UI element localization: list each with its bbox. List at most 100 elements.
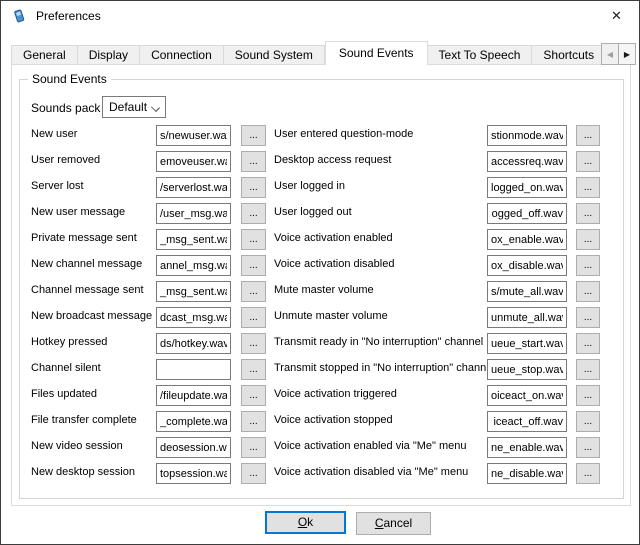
sound-file-input-left[interactable] [156, 151, 231, 172]
event-label-left: Server lost [31, 180, 155, 192]
tab-connection[interactable]: Connection [140, 45, 224, 65]
event-label-left: Hotkey pressed [31, 336, 155, 348]
sound-event-row: New broadcast message... Unmute master vo… [31, 306, 601, 332]
tab-text-to-speech[interactable]: Text To Speech [428, 45, 533, 65]
browse-button-left[interactable]: ... [241, 229, 266, 250]
sound-file-input-right[interactable] [487, 255, 567, 276]
sound-file-input-right[interactable] [487, 437, 567, 458]
tab-scroll-left-icon[interactable]: ◀ [601, 43, 619, 65]
sound-file-input-left[interactable] [156, 437, 231, 458]
sound-file-input-right[interactable] [487, 385, 567, 406]
browse-button-right[interactable]: ... [576, 281, 600, 302]
browse-button-right[interactable]: ... [576, 125, 600, 146]
tab-sound-events[interactable]: Sound Events [325, 41, 428, 65]
sound-file-input-left[interactable] [156, 411, 231, 432]
tab-display[interactable]: Display [78, 45, 140, 65]
sound-file-input-left[interactable] [156, 229, 231, 250]
sound-file-input-right[interactable] [487, 229, 567, 250]
sound-file-input-left[interactable] [156, 281, 231, 302]
event-label-right: Voice activation enabled [274, 232, 486, 244]
event-label-right: Transmit stopped in "No interruption" ch… [274, 362, 486, 374]
browse-button-left[interactable]: ... [241, 307, 266, 328]
ok-button[interactable]: Ok [265, 511, 346, 534]
tab-sound-system[interactable]: Sound System [224, 45, 325, 65]
event-label-right: User logged out [274, 206, 486, 218]
sound-event-row: Files updated... Voice activation trigger… [31, 384, 601, 410]
sound-event-row: New channel message...Voice activation d… [31, 254, 601, 280]
tab-shortcuts[interactable]: Shortcuts [532, 45, 602, 65]
sound-file-input-left[interactable] [156, 385, 231, 406]
browse-button-right[interactable]: ... [576, 229, 600, 250]
sound-file-input-left[interactable] [156, 255, 231, 276]
browse-button-left[interactable]: ... [241, 177, 266, 198]
preferences-dialog: Preferences ✕ GeneralDisplayConnectionSo… [0, 0, 640, 545]
browse-button-right[interactable]: ... [576, 255, 600, 276]
browse-button-right[interactable]: ... [576, 411, 600, 432]
sound-file-input-left[interactable] [156, 177, 231, 198]
event-label-right: User logged in [274, 180, 486, 192]
sounds-pack-select[interactable]: Default [102, 96, 166, 118]
sound-file-input-right[interactable] [487, 281, 567, 302]
browse-button-left[interactable]: ... [241, 463, 266, 484]
cancel-button[interactable]: Cancel [356, 512, 431, 535]
sound-file-input-left[interactable] [156, 463, 231, 484]
browse-button-left[interactable]: ... [241, 125, 266, 146]
sound-file-input-right[interactable] [487, 359, 567, 380]
close-icon[interactable]: ✕ [594, 1, 639, 31]
browse-button-right[interactable]: ... [576, 203, 600, 224]
sound-file-input-left[interactable] [156, 125, 231, 146]
event-label-right: Voice activation stopped [274, 414, 486, 426]
event-label-left: New desktop session [31, 466, 155, 478]
window-title: Preferences [36, 9, 101, 23]
browse-button-right[interactable]: ... [576, 177, 600, 198]
event-label-left: New broadcast message [31, 310, 155, 322]
browse-button-left[interactable]: ... [241, 203, 266, 224]
tab-strip: GeneralDisplayConnectionSound SystemSoun… [11, 41, 602, 65]
tab-scroll-right-icon[interactable]: ▶ [618, 43, 636, 65]
event-label-left: Channel message sent [31, 284, 155, 296]
browse-button-left[interactable]: ... [241, 411, 266, 432]
sound-event-row: New desktop session...Voice activation d… [31, 462, 601, 488]
browse-button-left[interactable]: ... [241, 281, 266, 302]
sound-event-row: New user message...User logged out... [31, 202, 601, 228]
chevron-down-icon [151, 103, 160, 112]
sound-file-input-right[interactable] [487, 151, 567, 172]
browse-button-right[interactable]: ... [576, 333, 600, 354]
event-label-right: Voice activation enabled via "Me" menu [274, 440, 486, 452]
event-label-left: File transfer complete [31, 414, 155, 426]
sound-file-input-right[interactable] [487, 177, 567, 198]
tab-scroll-buttons: ◀ ▶ [601, 43, 636, 65]
sound-file-input-right[interactable] [487, 333, 567, 354]
event-label-right: Voice activation triggered [274, 388, 486, 400]
browse-button-right[interactable]: ... [576, 151, 600, 172]
sound-file-input-left[interactable] [156, 203, 231, 224]
event-label-right: Mute master volume [274, 284, 486, 296]
browse-button-left[interactable]: ... [241, 385, 266, 406]
browse-button-left[interactable]: ... [241, 359, 266, 380]
browse-button-right[interactable]: ... [576, 463, 600, 484]
event-label-right: Unmute master volume [274, 310, 486, 322]
sound-file-input-left[interactable] [156, 307, 231, 328]
sound-file-input-right[interactable] [487, 307, 567, 328]
event-label-left: New user [31, 128, 155, 140]
event-label-right: Transmit ready in "No interruption" chan… [274, 336, 486, 348]
browse-button-right[interactable]: ... [576, 437, 600, 458]
browse-button-left[interactable]: ... [241, 333, 266, 354]
sound-file-input-right[interactable] [487, 411, 567, 432]
groupbox-title: Sound Events [28, 72, 111, 86]
browse-button-left[interactable]: ... [241, 255, 266, 276]
sound-file-input-left[interactable] [156, 359, 231, 380]
browse-button-left[interactable]: ... [241, 151, 266, 172]
event-label-right: User entered question-mode [274, 128, 486, 140]
browse-button-left[interactable]: ... [241, 437, 266, 458]
sound-file-input-right[interactable] [487, 203, 567, 224]
sound-event-row: New user... User entered question-mode... [31, 124, 601, 150]
browse-button-right[interactable]: ... [576, 307, 600, 328]
event-label-left: Files updated [31, 388, 155, 400]
sound-file-input-right[interactable] [487, 125, 567, 146]
browse-button-right[interactable]: ... [576, 385, 600, 406]
tab-general[interactable]: General [11, 45, 78, 65]
sound-file-input-left[interactable] [156, 333, 231, 354]
browse-button-right[interactable]: ... [576, 359, 600, 380]
sound-file-input-right[interactable] [487, 463, 567, 484]
